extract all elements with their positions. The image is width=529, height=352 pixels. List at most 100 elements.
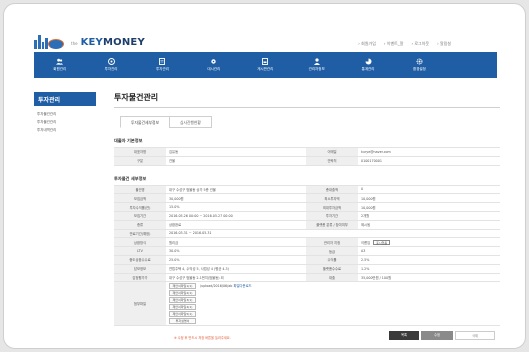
field-label: 만료기간(예정) <box>114 228 166 238</box>
field-value: 대구 수성구 범물동 상가 5층 건물 <box>166 184 306 194</box>
field-label: 투자수익률(연) <box>114 202 166 212</box>
field-label: LTV <box>114 246 166 256</box>
file-path: /upload/2016/06/ab <box>200 284 233 289</box>
table-row: 만료기간(예정) 2016.03.31 ~ 2016.05.31 <box>114 228 500 238</box>
field-value: 30,000원 <box>166 193 306 203</box>
admin-select[interactable]: 표시없음 <box>373 239 391 245</box>
field-value: 건물 <box>166 155 306 166</box>
admin-name: 이름입 <box>361 240 371 245</box>
file-button-1[interactable]: 제안서파일1(1) <box>169 283 196 290</box>
nav-item-invest-2[interactable]: 투자관리 <box>137 52 188 78</box>
nav-item-admin[interactable]: 관리자정보 <box>291 52 342 78</box>
detail-section-title: 투자물건 세부정보 <box>114 175 147 181</box>
field-label: 등급 <box>306 246 358 256</box>
nav-label: 환경설정 <box>412 67 426 71</box>
field-label: 투자기간 <box>306 210 358 221</box>
file-button-5[interactable]: 제안서파일5(1) <box>169 311 196 318</box>
field-value: 제시됨 <box>358 219 500 230</box>
file-button-4[interactable]: 제안서파일4(1) <box>169 304 196 311</box>
field-label: 수익률 <box>306 254 358 265</box>
chart-icon <box>365 58 372 65</box>
field-value: 김유동 <box>166 147 306 157</box>
file-button-6[interactable]: 투자설명서 <box>169 318 196 325</box>
tab-detail[interactable]: 투자물건세부정보 <box>120 116 170 128</box>
field-label: 최대투자금액 <box>306 202 358 212</box>
logo[interactable]: the KEYMONEY <box>34 25 145 49</box>
table-row: 물건명 대구 수성구 범물동 상가 5층 건물 총대출액 0 <box>114 184 500 194</box>
field-value: 상환완료 <box>166 219 306 230</box>
main-nav: 회원관리 투자관리 투자관리 대시관리 게시판관리 관리자정보 통계관리 환경설… <box>34 52 497 78</box>
field-label: 첨부파일 <box>114 281 166 327</box>
sidebar-item-products-2[interactable]: 투자물건관리 <box>34 118 96 126</box>
table-row: 모집기간 2016.05.26 00:00 ~ 2016.05.27 00:00 투… <box>114 210 500 221</box>
sidebar-title: 투자관리 <box>34 92 96 106</box>
tab-review[interactable]: 심사진행현황 <box>168 116 212 128</box>
field-value: 연립주택 4, 수익성 5, 사업성 4 (평균 4.3) <box>166 263 306 274</box>
table-row: 구분 건물 연락처 0100170001 <box>114 155 500 166</box>
file-info: /upload/2016/06/ab 파일다운로드 <box>200 283 252 289</box>
edit-button[interactable]: 수정 <box>421 331 453 340</box>
field-value: 0 <box>358 184 500 194</box>
nav-label: 관리자정보 <box>308 67 325 71</box>
field-value: 원리금 <box>166 237 306 247</box>
sidebar: 투자관리 투자물건관리 투자물건관리 투자내역관리 <box>34 92 96 134</box>
field-label: 관리자 지정 <box>306 237 358 247</box>
field-label: 연락처 <box>306 155 358 166</box>
field-value: 0100170001 <box>358 155 500 166</box>
field-value: 10,000원 <box>358 193 500 203</box>
table-row: 감정평가가 대구 수성구 범물동 2-1번지(범물동) 외 대출 35,000만원 /… <box>114 272 500 282</box>
field-label: 상환방식 <box>114 237 166 247</box>
table-row: 중도상환수수료 25.0% 수익률 2.5% <box>114 254 500 265</box>
nav-item-dashboard[interactable]: 대시관리 <box>188 52 239 78</box>
settings-gear-icon <box>210 58 217 65</box>
delete-button[interactable]: 삭제 <box>455 331 495 340</box>
util-link-event[interactable]: › 이벤트_알 <box>384 41 404 47</box>
table-row: 대표자명 김유동 이메일 kurye@naver.com <box>114 147 500 157</box>
logo-prefix: the <box>71 41 78 46</box>
field-value: 대구 수성구 범물동 2-1번지(범물동) 외 <box>166 272 306 282</box>
nav-item-members[interactable]: 회원관리 <box>34 52 85 78</box>
field-label: 플랫폼 분류 / 참여여부 <box>306 219 358 230</box>
field-label: 감정평가가 <box>114 272 166 282</box>
field-label: 종류 <box>114 219 166 230</box>
coin-icon <box>107 58 115 65</box>
utility-links: › 회원가입 › 이벤트_알 › 로그아웃 › 알림설 <box>358 41 451 47</box>
nav-label: 통계관리 <box>361 67 375 71</box>
page-title: 투자물건관리 <box>114 92 500 108</box>
nav-item-settings[interactable]: 환경설정 <box>394 52 445 78</box>
field-label: 총대출액 <box>306 184 358 194</box>
field-label: 대출 <box>306 272 358 282</box>
nav-item-invest-1[interactable]: 투자관리 <box>85 52 136 78</box>
field-value: 2.5% <box>358 254 500 265</box>
main-content: 투자물건관리 투자물건세부정보 심사진행현황 대출자 기본정보 대표자명 김유동… <box>114 92 500 327</box>
util-link-alarm[interactable]: › 알림설 <box>437 41 451 47</box>
attachment-row: 첨부파일 제안서파일1(1) 제안서파일2(1) 제안서파일3(1) 제안서파일… <box>114 281 500 327</box>
sidebar-item-history[interactable]: 투자내역관리 <box>34 126 96 134</box>
list-button[interactable]: 목록 <box>389 331 419 340</box>
field-value: A3 <box>358 246 500 256</box>
header: the KEYMONEY › 회원가입 › 이벤트_알 › 로그아웃 › 알림설 <box>4 4 525 52</box>
sidebar-item-products[interactable]: 투자물건관리 <box>34 110 96 118</box>
field-label: 플랫폼수수료 <box>306 263 358 274</box>
field-value: 35,000만원 / 100원 <box>358 272 500 282</box>
nav-item-stats[interactable]: 통계관리 <box>342 52 393 78</box>
skyline-logo-icon <box>34 33 68 49</box>
util-link-logout[interactable]: › 로그아웃 <box>411 41 429 47</box>
app-window: the KEYMONEY › 회원가입 › 이벤트_알 › 로그아웃 › 알림설… <box>3 3 526 349</box>
file-download-link[interactable]: 파일다운로드 <box>233 284 251 288</box>
document-icon <box>159 58 166 65</box>
nav-item-board[interactable]: 게시판관리 <box>240 52 291 78</box>
field-value: 2개월 <box>358 210 500 221</box>
field-value: 30.0% <box>166 246 306 256</box>
detail-table: 물건명 대구 수성구 범물동 상가 5층 건물 총대출액 0 모집금액 30,000원 최… <box>114 184 500 327</box>
field-label: 구분 <box>114 155 166 166</box>
field-label: 담보정보 <box>114 263 166 274</box>
file-button-2[interactable]: 제안서파일2(1) <box>169 290 196 297</box>
file-button-3[interactable]: 제안서파일3(1) <box>169 297 196 304</box>
field-label: 최소투자액 <box>306 193 358 203</box>
nav-label: 투자관리 <box>104 67 118 71</box>
field-value: kurye@naver.com <box>358 147 500 157</box>
borrower-section-title: 대출자 기본정보 <box>114 138 143 143</box>
person-icon <box>313 58 320 65</box>
util-link-signup[interactable]: › 회원가입 <box>358 41 376 47</box>
